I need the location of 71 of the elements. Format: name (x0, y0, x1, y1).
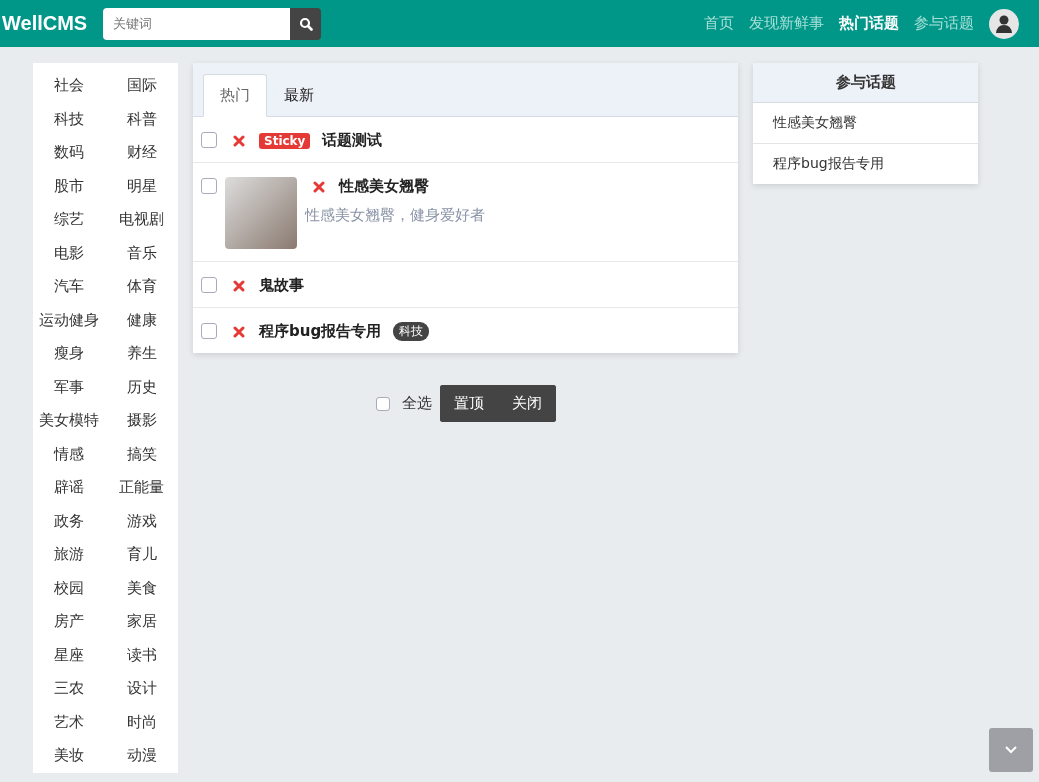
checkbox[interactable] (201, 132, 217, 148)
category-link[interactable]: 美女模特 (33, 404, 106, 438)
delete-icon[interactable] (233, 325, 245, 338)
category-link[interactable]: 数码 (33, 136, 106, 170)
category-link[interactable]: 游戏 (105, 504, 178, 538)
tab[interactable]: 最新 (267, 74, 331, 117)
category-link[interactable]: 科普 (105, 102, 178, 136)
category-link[interactable]: 育儿 (105, 538, 178, 572)
category-link[interactable]: 电影 (33, 236, 106, 270)
category-link[interactable]: 体育 (105, 270, 178, 304)
category-link[interactable]: 美食 (105, 571, 178, 605)
category-link[interactable]: 旅游 (33, 538, 106, 572)
nav-link[interactable]: 热门话题 (839, 14, 899, 33)
search-icon (298, 16, 313, 31)
site-logo[interactable]: WellCMS (2, 12, 88, 35)
card-title: 参与话题 (753, 63, 978, 103)
delete-icon[interactable] (233, 279, 245, 292)
delete-icon[interactable] (233, 134, 245, 147)
category-link[interactable]: 三农 (33, 672, 106, 706)
category-link[interactable]: 股市 (33, 169, 106, 203)
category-link[interactable]: 养生 (105, 337, 178, 371)
category-link[interactable]: 财经 (105, 136, 178, 170)
topic-link[interactable]: 性感美女翘臀 (753, 103, 978, 144)
category-link[interactable]: 科技 (33, 102, 106, 136)
category-link[interactable]: 情感 (33, 437, 106, 471)
delete-icon[interactable] (313, 180, 325, 193)
category-link[interactable]: 星座 (33, 638, 106, 672)
category-link[interactable]: 辟谣 (33, 471, 106, 505)
topic-title[interactable]: 鬼故事 (259, 276, 304, 295)
category-link[interactable]: 家居 (105, 605, 178, 639)
sticky-badge: Sticky (259, 132, 311, 149)
category-link[interactable]: 运动健身 (33, 303, 106, 337)
search-button[interactable] (290, 7, 322, 40)
category-link[interactable]: 设计 (105, 672, 178, 706)
checkbox[interactable] (375, 396, 390, 411)
topic-description: 性感美女翘臀，健身爱好者 (305, 206, 485, 225)
category-link[interactable]: 明星 (105, 169, 178, 203)
topic-tag[interactable]: 科技 (393, 322, 430, 341)
search-field[interactable]: 关键词 (103, 7, 291, 40)
checkbox[interactable] (201, 323, 217, 339)
category-link[interactable]: 综艺 (33, 203, 106, 237)
category-link[interactable]: 校园 (33, 571, 106, 605)
category-link[interactable]: 时尚 (105, 705, 178, 739)
category-link[interactable]: 电视剧 (105, 203, 178, 237)
chevron-down-icon (1005, 746, 1017, 754)
category-link[interactable]: 音乐 (105, 236, 178, 270)
avatar-icon[interactable] (989, 8, 1019, 39)
category-link[interactable]: 历史 (105, 370, 178, 404)
category-link[interactable]: 社会 (33, 69, 106, 103)
tab[interactable]: 热门 (203, 74, 267, 117)
topic-title[interactable]: 话题测试 (322, 131, 383, 150)
category-link[interactable]: 军事 (33, 370, 106, 404)
category-link[interactable]: 汽车 (33, 270, 106, 304)
category-link[interactable]: 动漫 (105, 739, 178, 773)
category-link[interactable]: 房产 (33, 605, 106, 639)
topic-title[interactable]: 程序bug报告专用 (259, 322, 382, 341)
category-link[interactable]: 读书 (105, 638, 178, 672)
category-link[interactable]: 政务 (33, 504, 106, 538)
category-link[interactable]: 健康 (105, 303, 178, 337)
category-link[interactable]: 瘦身 (33, 337, 106, 371)
category-link[interactable]: 国际 (105, 69, 178, 103)
topic-link[interactable]: 程序bug报告专用 (753, 144, 978, 184)
category-link[interactable]: 摄影 (105, 404, 178, 438)
category-link[interactable]: 搞笑 (105, 437, 178, 471)
category-link[interactable]: 正能量 (105, 471, 178, 505)
select-all-label[interactable]: 全选 (401, 394, 432, 413)
category-link[interactable]: 美妆 (33, 739, 106, 773)
topic-title[interactable]: 性感美女翘臀 (339, 177, 429, 196)
category-link[interactable]: 艺术 (33, 705, 106, 739)
checkbox[interactable] (201, 178, 217, 194)
checkbox[interactable] (201, 277, 217, 293)
